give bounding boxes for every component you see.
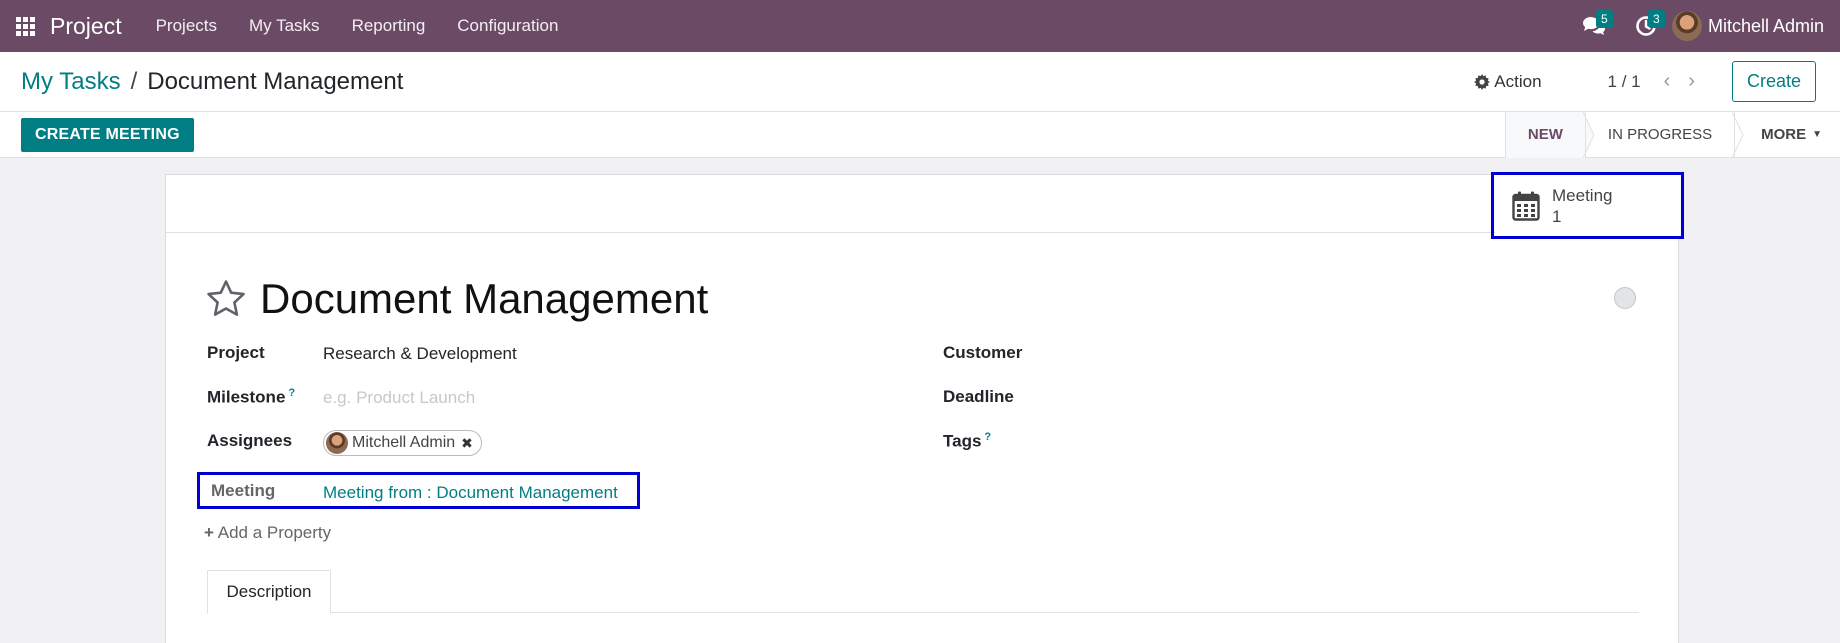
control-panel: My Tasks / Document Management Action 1 … <box>0 52 1840 112</box>
milestone-label: Milestone <box>207 387 286 407</box>
create-button[interactable]: Create <box>1731 61 1816 102</box>
stage-new[interactable]: NEW <box>1504 111 1595 158</box>
milestone-field[interactable]: e.g. Product Launch <box>323 388 475 408</box>
project-label: Project <box>207 343 265 362</box>
apps-menu-icon[interactable] <box>0 0 50 52</box>
calendar-icon <box>1512 191 1540 221</box>
kanban-state-indicator[interactable] <box>1614 287 1636 309</box>
assignee-tag[interactable]: Mitchell Admin ✖ <box>323 430 482 456</box>
add-property-button[interactable]: + Add a Property <box>204 523 331 543</box>
main-menu: Projects My Tasks Reporting Configuratio… <box>140 16 575 36</box>
menu-reporting[interactable]: Reporting <box>336 16 442 36</box>
user-menu[interactable]: Mitchell Admin <box>1671 11 1824 41</box>
messages-badge: 5 <box>1595 10 1613 28</box>
notebook-tabs: Description <box>207 570 1639 614</box>
menu-my-tasks[interactable]: My Tasks <box>233 16 336 36</box>
breadcrumb-my-tasks[interactable]: My Tasks <box>21 68 121 96</box>
breadcrumb-separator: / <box>130 67 138 95</box>
action-menu-button[interactable]: Action <box>1474 71 1542 92</box>
meeting-field-row: Meeting Meeting from : Document Manageme… <box>197 472 640 509</box>
activities-badge: 3 <box>1647 10 1665 28</box>
meeting-label: Meeting <box>211 481 276 500</box>
avatar <box>1671 11 1702 41</box>
smart-button-count: 1 <box>1552 206 1562 226</box>
tab-description[interactable]: Description <box>207 570 331 614</box>
meeting-link[interactable]: Meeting from : Document Management <box>323 483 618 503</box>
action-label: Action <box>1494 71 1542 91</box>
plus-icon: + <box>204 523 214 542</box>
app-name[interactable]: Project <box>50 13 122 40</box>
task-title[interactable]: Document Management <box>260 275 708 323</box>
help-icon[interactable]: ? <box>288 387 295 399</box>
smart-button-label: Meeting <box>1552 185 1613 205</box>
caret-down-icon: ▼ <box>1812 129 1822 140</box>
breadcrumb: My Tasks / Document Management <box>21 68 403 96</box>
smart-button-box: Meeting 1 <box>166 172 1684 239</box>
task-title-row: Document Management <box>206 275 708 323</box>
assignee-name: Mitchell Admin <box>352 434 456 451</box>
remove-icon[interactable]: ✖ <box>461 435 473 452</box>
help-icon[interactable]: ? <box>984 431 991 443</box>
stage-more-dropdown[interactable]: MORE ▼ <box>1734 111 1840 158</box>
pager-value[interactable]: 1 / 1 <box>1608 72 1641 92</box>
add-property-label: Add a Property <box>217 523 332 542</box>
activities-button[interactable]: 3 <box>1620 0 1672 52</box>
menu-projects[interactable]: Projects <box>140 16 233 36</box>
form-sheet: Meeting 1 Document Management Project Re… <box>165 172 1684 643</box>
stage-selector: NEW IN PROGRESS MORE ▼ <box>1504 111 1840 158</box>
stage-in-progress[interactable]: IN PROGRESS <box>1584 111 1744 158</box>
form-statusbar: CREATE MEETING NEW IN PROGRESS MORE ▼ <box>0 111 1840 158</box>
assignees-label: Assignees <box>207 431 293 450</box>
chevron-right-icon[interactable]: › <box>1688 70 1695 93</box>
stage-more-label: MORE <box>1761 126 1807 143</box>
customer-label: Customer <box>943 343 1023 362</box>
messages-button[interactable]: 5 <box>1568 0 1620 52</box>
create-meeting-button[interactable]: CREATE MEETING <box>21 117 194 152</box>
tags-label: Tags <box>943 431 982 451</box>
avatar <box>326 432 348 454</box>
deadline-label: Deadline <box>943 387 1014 406</box>
menu-configuration[interactable]: Configuration <box>441 16 574 36</box>
stage-new-label: NEW <box>1527 126 1563 143</box>
milestone-label-wrap: Milestone? <box>207 387 295 408</box>
chevron-left-icon[interactable]: ‹ <box>1664 70 1671 93</box>
project-field[interactable]: Research & Development <box>323 344 517 364</box>
top-navbar: Project Projects My Tasks Reporting Conf… <box>0 0 1840 52</box>
tags-label-wrap: Tags? <box>943 431 991 452</box>
star-icon[interactable] <box>206 279 246 319</box>
gear-icon <box>1474 73 1491 90</box>
meeting-smart-button[interactable]: Meeting 1 <box>1491 172 1684 239</box>
breadcrumb-current: Document Management <box>147 67 404 95</box>
stage-in-progress-label: IN PROGRESS <box>1607 126 1713 143</box>
user-name: Mitchell Admin <box>1707 15 1824 36</box>
